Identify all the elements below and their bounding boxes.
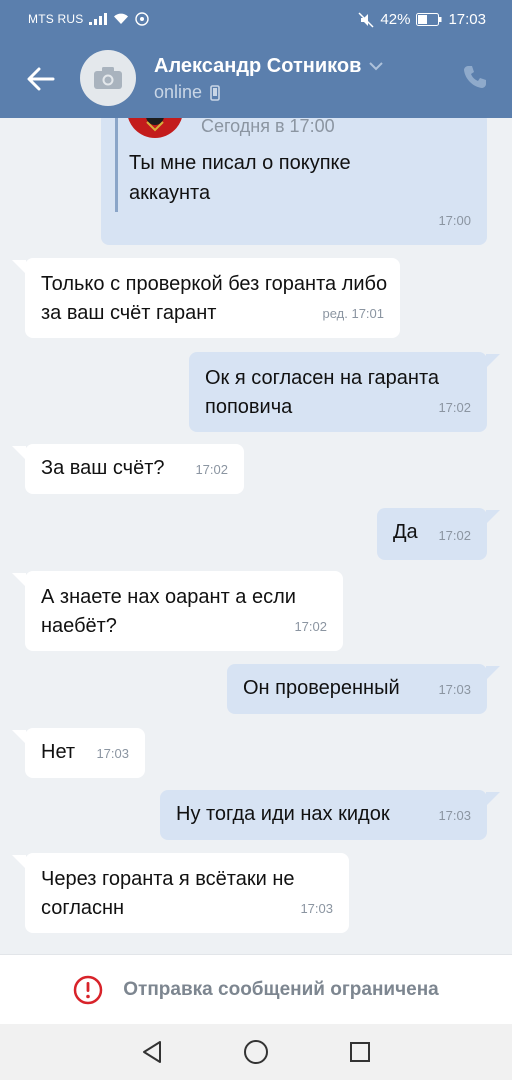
message-list[interactable]: Сегодня в 17:00 Ты мне писал о покупке а… [0, 118, 512, 954]
message-time: ред. 17:01 [322, 306, 384, 321]
message-text: Ну тогда иди нах кидок [176, 803, 390, 825]
status-bar: MTS RUS 42% 17:03 [0, 0, 512, 40]
message-incoming[interactable]: А знаете нах оарант а если наебёт? 17:02 [12, 571, 343, 651]
nav-back-button[interactable] [132, 1032, 172, 1072]
chat-header: MTS RUS 42% 17:03 Александр Сотников onl… [0, 0, 512, 118]
message-time: 17:03 [300, 901, 333, 916]
camera-icon [94, 67, 122, 89]
forwarded-text: Ты мне писал о покупке аккаунта [129, 152, 351, 204]
message-incoming[interactable]: Через горанта я всётаки не согласнн 17:0… [12, 853, 349, 933]
contact-avatar[interactable] [80, 50, 136, 106]
online-status: online [154, 82, 203, 102]
square-recents-icon [350, 1042, 370, 1062]
system-nav-bar [0, 1024, 512, 1080]
nav-home-button[interactable] [236, 1032, 276, 1072]
hotspot-icon [135, 12, 150, 26]
message-time: 17:00 [438, 213, 471, 228]
triangle-back-icon [143, 1041, 161, 1063]
phone-icon [464, 66, 486, 88]
message-time: 17:03 [438, 808, 471, 823]
contact-name-label: Александр Сотников [154, 55, 362, 77]
back-arrow-icon [27, 67, 55, 91]
message-time: 17:02 [438, 528, 471, 543]
message-outgoing[interactable]: Да 17:02 [377, 508, 500, 560]
mute-icon [358, 11, 374, 28]
battery-percent: 42% [380, 11, 411, 28]
call-button[interactable] [462, 64, 488, 95]
chevron-down-icon [369, 62, 384, 71]
alert-circle-icon [74, 975, 103, 1004]
message-outgoing[interactable]: Ок я согласен на гаранта поповича 17:02 [189, 352, 500, 432]
message-time: 17:02 [438, 400, 471, 415]
message-incoming[interactable]: Нет 17:03 [12, 728, 145, 778]
message-time: 17:02 [294, 619, 327, 634]
mobile-icon [210, 84, 220, 101]
message-outgoing[interactable]: Он проверенный 17:03 [227, 664, 500, 714]
contact-name[interactable]: Александр Сотников [154, 55, 384, 78]
contact-status: online [154, 82, 220, 103]
message-time: 17:03 [96, 746, 129, 761]
back-button[interactable] [24, 62, 58, 96]
forwarded-date: Сегодня в 17:00 [201, 118, 335, 136]
message-outgoing[interactable]: Ну тогда иди нах кидок 17:03 [160, 790, 500, 840]
message-incoming[interactable]: Только с проверкой без горанта либо за в… [12, 258, 400, 338]
messaging-restricted-banner: Отправка сообщений ограничена [0, 954, 512, 1024]
circle-home-icon [244, 1040, 268, 1064]
message-time: 17:02 [195, 462, 228, 477]
wifi-icon [113, 13, 129, 25]
battery-icon [416, 13, 442, 26]
restriction-text: Отправка сообщений ограничена [123, 978, 439, 1000]
message-time: 17:03 [438, 682, 471, 697]
message-text: Через горанта я всётаки не согласнн [41, 868, 295, 919]
clock: 17:03 [448, 11, 486, 28]
forwarded-sender-avatar [127, 118, 183, 138]
message-text: Он проверенный [243, 677, 400, 699]
forward-quote-bar [115, 118, 118, 212]
carrier-label: MTS RUS [28, 12, 84, 26]
signal-icon [89, 13, 108, 25]
message-incoming[interactable]: За ваш счёт? 17:02 [12, 444, 244, 494]
forwarded-message[interactable]: Сегодня в 17:00 Ты мне писал о покупке а… [101, 118, 487, 245]
nav-recents-button[interactable] [340, 1032, 380, 1072]
